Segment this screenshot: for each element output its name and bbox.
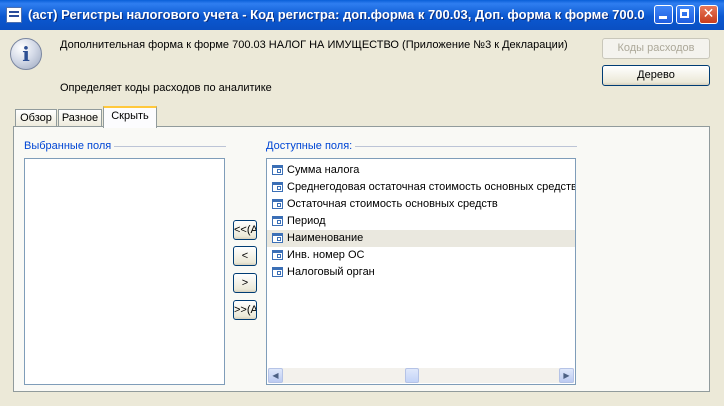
field-icon	[272, 182, 283, 192]
available-fields-label: Доступные поля:	[266, 140, 353, 152]
add-button[interactable]: >	[233, 273, 257, 293]
tab-hide[interactable]: Скрыть	[103, 106, 157, 128]
list-item[interactable]: Среднегодовая остаточная стоимость основ…	[267, 179, 575, 196]
selected-fields-label: Выбранные поля	[24, 140, 112, 152]
info-icon: i	[10, 38, 42, 70]
tree-button[interactable]: Дерево	[602, 65, 710, 86]
form-subtitle: Определяет коды расходов по аналитике	[60, 82, 272, 94]
list-item-selected[interactable]: Наименование	[267, 230, 575, 247]
scroll-left-icon[interactable]: ◀	[268, 368, 283, 383]
minimize-button[interactable]	[654, 5, 673, 24]
close-button[interactable]: ✕	[699, 5, 718, 24]
remove-button[interactable]: <	[233, 246, 257, 266]
maximize-icon	[677, 6, 694, 23]
field-icon	[272, 233, 283, 243]
available-fields-list[interactable]: Сумма налога Среднегодовая остаточная ст…	[266, 158, 576, 385]
close-icon: ✕	[702, 6, 715, 22]
title-bar[interactable]: (аст) Регистры налогового учета - Код ре…	[0, 0, 724, 30]
field-icon	[272, 199, 283, 209]
remove-all-button[interactable]: <<(A	[233, 220, 257, 240]
scroll-right-icon[interactable]: ▶	[559, 368, 574, 383]
app-icon[interactable]	[6, 7, 22, 23]
selected-fields-divider	[114, 146, 226, 147]
list-item[interactable]: Остаточная стоимость основных средств	[267, 196, 575, 213]
horizontal-scrollbar[interactable]: ◀ ▶	[268, 368, 574, 383]
field-icon	[272, 267, 283, 277]
list-item[interactable]: Сумма налога	[267, 162, 575, 179]
field-icon	[272, 250, 283, 260]
scroll-thumb[interactable]	[405, 368, 419, 383]
maximize-button[interactable]	[676, 5, 695, 24]
field-icon	[272, 165, 283, 175]
selected-fields-list[interactable]	[24, 158, 225, 385]
expense-codes-button[interactable]: Коды расходов	[602, 38, 710, 59]
list-item[interactable]: Инв. номер ОС	[267, 247, 575, 264]
window-title: (аст) Регистры налогового учета - Код ре…	[28, 7, 644, 22]
list-item[interactable]: Период	[267, 213, 575, 230]
available-fields-divider	[355, 146, 577, 147]
field-icon	[272, 216, 283, 226]
form-description: Дополнительная форма к форме 700.03 НАЛО…	[60, 39, 568, 51]
minimize-icon	[655, 6, 672, 23]
list-item[interactable]: Налоговый орган	[267, 264, 575, 281]
add-all-button[interactable]: >>(A	[233, 300, 257, 320]
